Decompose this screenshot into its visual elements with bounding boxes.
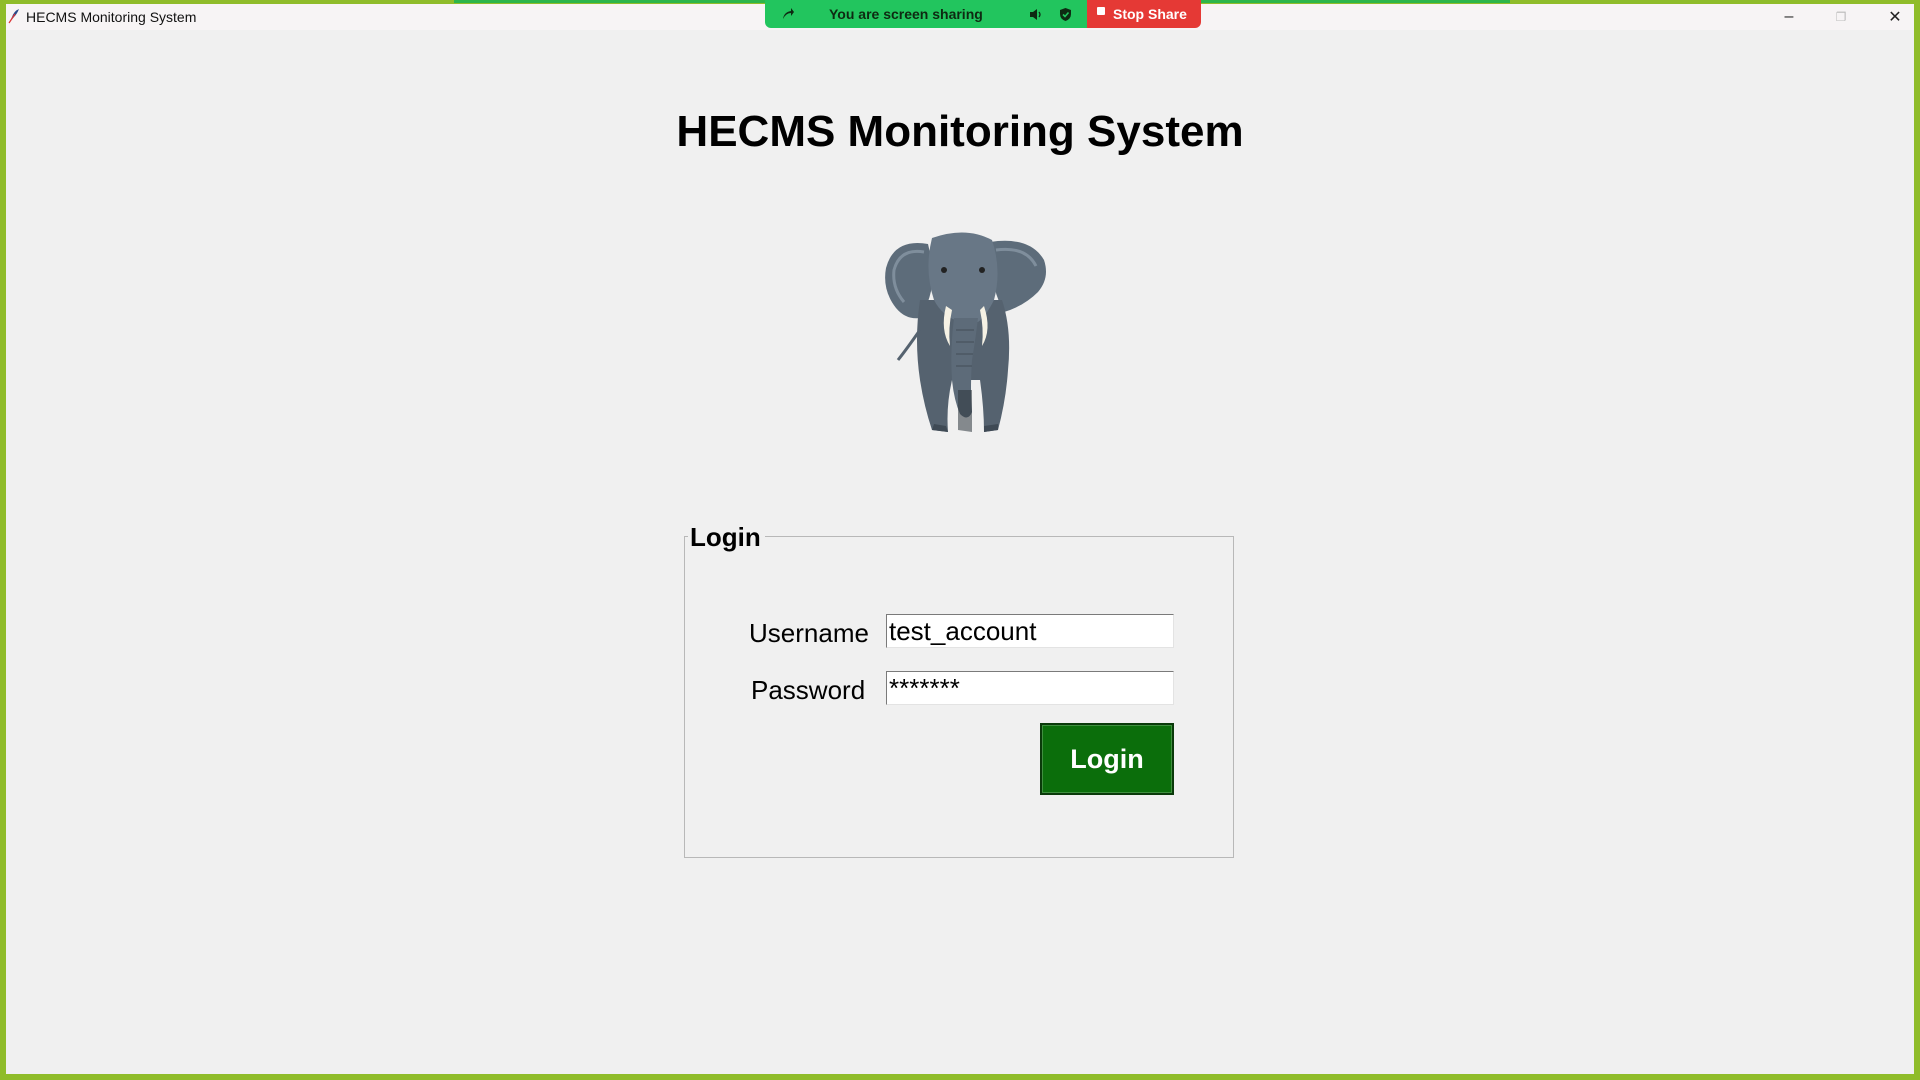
- feather-icon: [8, 9, 19, 24]
- maximize-button[interactable]: ❐: [1818, 4, 1864, 30]
- username-field[interactable]: test_account: [886, 614, 1174, 648]
- shield-icon[interactable]: [1059, 7, 1072, 22]
- password-field[interactable]: *******: [886, 671, 1174, 705]
- maximize-icon: ❐: [1835, 10, 1847, 24]
- username-label: Username: [749, 618, 869, 648]
- share-arrow-icon: [783, 8, 794, 19]
- app-window: HECMS Monitoring System – ❐ ✕ You are sc…: [6, 0, 1914, 1074]
- stop-share-label: Stop Share: [1113, 6, 1187, 22]
- page-title: HECMS Monitoring System: [676, 107, 1244, 156]
- login-button[interactable]: Login: [1040, 723, 1174, 795]
- screen-share-status-text: You are screen sharing: [829, 6, 983, 22]
- close-button[interactable]: ✕: [1872, 4, 1918, 30]
- minimize-icon: –: [1784, 8, 1794, 25]
- close-icon: ✕: [1888, 9, 1902, 26]
- minimize-button[interactable]: –: [1766, 4, 1812, 30]
- screen-share-toolbar: You are screen sharing Stop Share: [765, 0, 1201, 31]
- speaker-icon[interactable]: [1029, 8, 1043, 21]
- stop-share-button[interactable]: Stop Share: [1087, 0, 1201, 28]
- login-panel-title: Login: [688, 522, 765, 553]
- window-title: HECMS Monitoring System: [26, 9, 197, 25]
- password-label: Password: [751, 675, 866, 705]
- stop-icon: [1097, 7, 1105, 15]
- elephant-logo: [885, 232, 1046, 432]
- screen-share-status: You are screen sharing: [765, 0, 1087, 28]
